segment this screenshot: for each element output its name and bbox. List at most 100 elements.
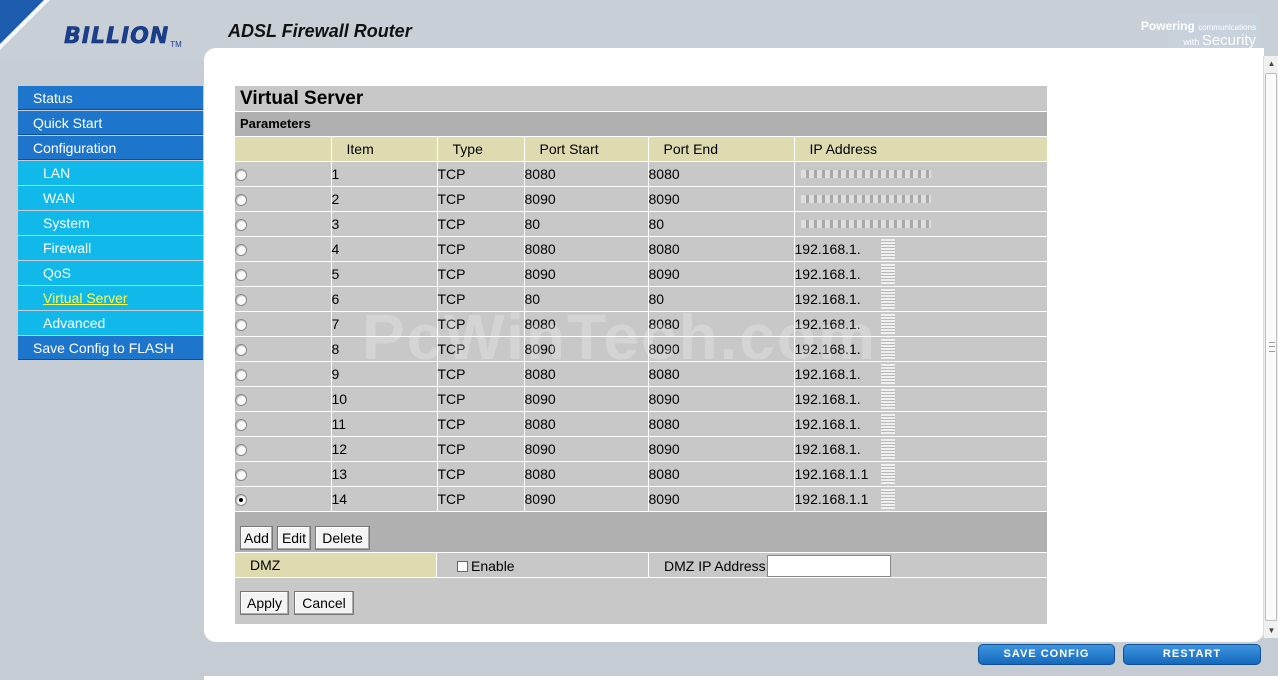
virtual-server-table-body: 1 TCP 8080 8080 2 TCP 8090 8090 3 TCP 80 80 4 TCP 8080…	[235, 161, 1047, 512]
vertical-scrollbar[interactable]: ▲ ▼	[1263, 56, 1278, 638]
table-row: 3 TCP 80 80	[235, 211, 1047, 237]
table-action-bar: Add Edit Delete	[235, 512, 1047, 553]
cell-item: 8	[331, 336, 438, 362]
cell-type: TCP	[437, 161, 525, 187]
row-select-radio[interactable]	[235, 344, 247, 357]
cell-select	[235, 486, 332, 512]
tagline-powering: Powering	[1140, 19, 1195, 33]
scroll-up-arrow-icon[interactable]: ▲	[1264, 56, 1278, 71]
redaction-smudge	[800, 195, 931, 203]
add-button[interactable]: Add	[240, 526, 273, 550]
scroll-thumb[interactable]	[1265, 73, 1277, 621]
cell-port-end: 8080	[648, 236, 795, 262]
apply-button[interactable]: Apply	[240, 591, 289, 615]
cell-item: 3	[331, 211, 438, 237]
menu-item-qos[interactable]: QoS	[18, 261, 203, 285]
row-select-radio[interactable]	[235, 244, 247, 257]
cell-type: TCP	[437, 236, 525, 262]
ip-address-text: 192.168.1.	[794, 241, 861, 257]
dmz-label: DMZ	[235, 553, 437, 577]
cell-port-end: 8080	[648, 161, 795, 187]
cell-select	[235, 436, 332, 462]
dmz-row: DMZ Enable DMZ IP Address:	[235, 553, 1047, 578]
cell-select	[235, 236, 332, 262]
row-select-radio[interactable]	[235, 394, 247, 407]
cell-type: TCP	[437, 186, 525, 212]
cell-port-end: 8090	[648, 486, 795, 512]
dmz-ip-address-input[interactable]	[767, 555, 891, 577]
menu-item-save-config-to-flash[interactable]: Save Config to FLASH	[18, 336, 203, 360]
row-select-radio[interactable]	[235, 294, 247, 307]
redaction-smudge	[880, 239, 895, 259]
cancel-button[interactable]: Cancel	[294, 591, 354, 615]
row-select-radio[interactable]	[235, 369, 247, 382]
redaction-smudge	[880, 314, 895, 334]
row-select-radio[interactable]	[235, 194, 247, 207]
cell-ip-address: 192.168.1.	[794, 261, 1047, 287]
dmz-enable-checkbox[interactable]	[457, 561, 468, 572]
dmz-divider	[648, 553, 649, 577]
cell-select	[235, 336, 332, 362]
row-select-radio[interactable]	[235, 269, 247, 282]
row-select-radio[interactable]	[235, 494, 247, 507]
virtual-server-form: Virtual Server Parameters Item Type Port…	[235, 86, 1047, 624]
cell-item: 13	[331, 461, 438, 487]
table-row: 13 TCP 8080 8080 192.168.1.1	[235, 461, 1047, 487]
column-header-item: Item	[331, 137, 438, 162]
cell-ip-address: 192.168.1.	[794, 436, 1047, 462]
cell-select	[235, 411, 332, 437]
menu-item-firewall[interactable]: Firewall	[18, 236, 203, 260]
table-row: 6 TCP 80 80 192.168.1.	[235, 286, 1047, 312]
ip-address-text: 192.168.1.	[794, 341, 861, 357]
row-select-radio[interactable]	[235, 469, 247, 482]
grip-icon	[1269, 342, 1275, 352]
cell-port-end: 8090	[648, 386, 795, 412]
row-select-radio[interactable]	[235, 319, 247, 332]
cell-type: TCP	[437, 411, 525, 437]
virtual-server-table: Item Type Port Start Port End IP Address…	[235, 137, 1047, 512]
cell-select	[235, 386, 332, 412]
cell-ip-address	[794, 161, 1047, 187]
ip-address-text: 192.168.1.	[794, 391, 861, 407]
row-select-radio[interactable]	[235, 219, 247, 232]
edit-button[interactable]: Edit	[277, 526, 311, 550]
cell-item: 2	[331, 186, 438, 212]
cell-type: TCP	[437, 336, 525, 362]
cell-port-start: 80	[524, 286, 649, 312]
save-config-button[interactable]: SAVE CONFIG	[978, 644, 1115, 665]
cell-item: 6	[331, 286, 438, 312]
menu-item-virtual-server[interactable]: Virtual Server	[18, 286, 203, 310]
redaction-smudge	[880, 289, 895, 309]
ip-address-text: 192.168.1.	[794, 441, 861, 457]
redaction-smudge	[880, 489, 895, 509]
cell-item: 9	[331, 361, 438, 387]
cell-port-end: 8080	[648, 411, 795, 437]
menu-item-wan[interactable]: WAN	[18, 186, 203, 210]
apply-bar: Apply Cancel	[235, 578, 1047, 624]
menu-item-status[interactable]: Status	[18, 86, 203, 110]
cell-select	[235, 311, 332, 337]
cell-port-end: 8090	[648, 261, 795, 287]
row-select-radio[interactable]	[235, 169, 247, 182]
row-select-radio[interactable]	[235, 419, 247, 432]
menu-item-configuration[interactable]: Configuration	[18, 136, 203, 160]
product-title: ADSL Firewall Router	[228, 21, 412, 41]
cell-type: TCP	[437, 211, 525, 237]
restart-button[interactable]: RESTART	[1123, 644, 1261, 665]
cell-port-end: 80	[648, 211, 795, 237]
menu-item-quick-start[interactable]: Quick Start	[18, 111, 203, 135]
menu-item-system[interactable]: System	[18, 211, 203, 235]
menu-item-lan[interactable]: LAN	[18, 161, 203, 185]
cell-port-end: 8090	[648, 186, 795, 212]
dmz-ip-address-label: DMZ IP Address:	[664, 558, 770, 574]
redaction-smudge	[880, 464, 895, 484]
delete-button[interactable]: Delete	[315, 526, 370, 550]
menu-item-advanced[interactable]: Advanced	[18, 311, 203, 335]
cell-item: 5	[331, 261, 438, 287]
page-title: Virtual Server	[235, 86, 1047, 112]
scroll-down-arrow-icon[interactable]: ▼	[1264, 623, 1278, 638]
dmz-enable-label[interactable]: Enable	[471, 558, 515, 574]
cell-select	[235, 286, 332, 312]
ip-address-text: 192.168.1.1	[794, 466, 869, 482]
row-select-radio[interactable]	[235, 444, 247, 457]
